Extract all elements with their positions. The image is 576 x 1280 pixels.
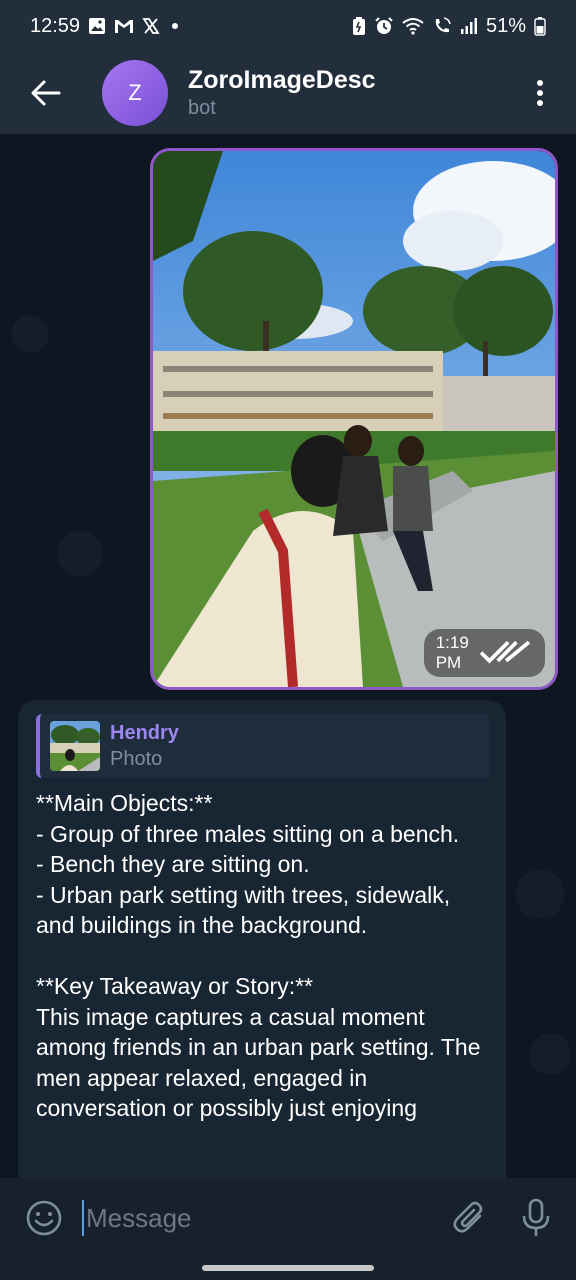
chat-title: ZoroImageDesc <box>188 66 376 94</box>
status-time: 12:59 <box>30 14 81 37</box>
home-handle[interactable] <box>202 1265 374 1271</box>
message-placeholder: Message <box>86 1202 192 1233</box>
status-bar: 12:59 51% <box>0 0 576 52</box>
status-left: 12:59 <box>30 15 182 38</box>
back-button[interactable] <box>26 73 66 113</box>
photo-time: 1:19 PM <box>435 633 469 672</box>
status-right: 51% <box>352 15 546 38</box>
text-message[interactable]: Hendry Photo **Main Objects:** - Group o… <box>18 700 506 1178</box>
more-button[interactable] <box>522 73 558 113</box>
reply-thumbnail <box>50 721 100 771</box>
message-composer: Message <box>0 1178 576 1258</box>
paperclip-icon <box>453 1201 483 1233</box>
chat-area[interactable]: 1:19 PM Hendry Photo **Main Objects:** -… <box>0 134 576 1178</box>
avatar-letter: Z <box>128 80 142 105</box>
more-vertical-icon <box>537 80 543 106</box>
attach-button[interactable] <box>450 1196 490 1240</box>
microphone-button[interactable] <box>516 1196 556 1240</box>
message-input[interactable]: Message <box>82 1198 424 1238</box>
microphone-icon <box>522 1198 550 1236</box>
chat-info[interactable]: ZoroImageDesc bot <box>188 65 522 121</box>
reply-text: Hendry Photo <box>110 720 179 772</box>
x-icon <box>142 17 160 35</box>
text-caret <box>82 1200 84 1236</box>
photo-time-badge: 1:19 PM <box>423 629 545 677</box>
wifi-icon <box>402 17 424 35</box>
dot-icon <box>168 19 182 33</box>
avatar[interactable]: Z <box>102 60 168 126</box>
emoji-button[interactable] <box>24 1198 64 1238</box>
chat-subtitle: bot <box>188 97 216 119</box>
alarm-icon <box>374 16 394 36</box>
reply-quote[interactable]: Hendry Photo <box>36 714 490 778</box>
gmail-icon <box>114 18 134 34</box>
photo-image <box>153 151 555 687</box>
emoji-icon <box>26 1200 62 1236</box>
arrow-left-icon <box>31 80 61 106</box>
battery-saver-icon <box>352 16 366 36</box>
double-check-icon <box>479 641 531 664</box>
photo-message[interactable]: 1:19 PM <box>150 148 558 690</box>
battery-icon <box>534 16 546 36</box>
reply-type: Photo <box>110 748 163 770</box>
gallery-icon <box>88 17 106 35</box>
battery-percent: 51% <box>485 14 526 37</box>
navigation-bar <box>0 1258 576 1280</box>
chat-header: Z ZoroImageDesc bot <box>0 52 576 134</box>
wifi-call-icon <box>432 16 452 36</box>
message-body: **Main Objects:** - Group of three males… <box>36 790 481 1121</box>
reply-sender: Hendry <box>110 722 179 744</box>
signal-icon <box>460 17 478 35</box>
